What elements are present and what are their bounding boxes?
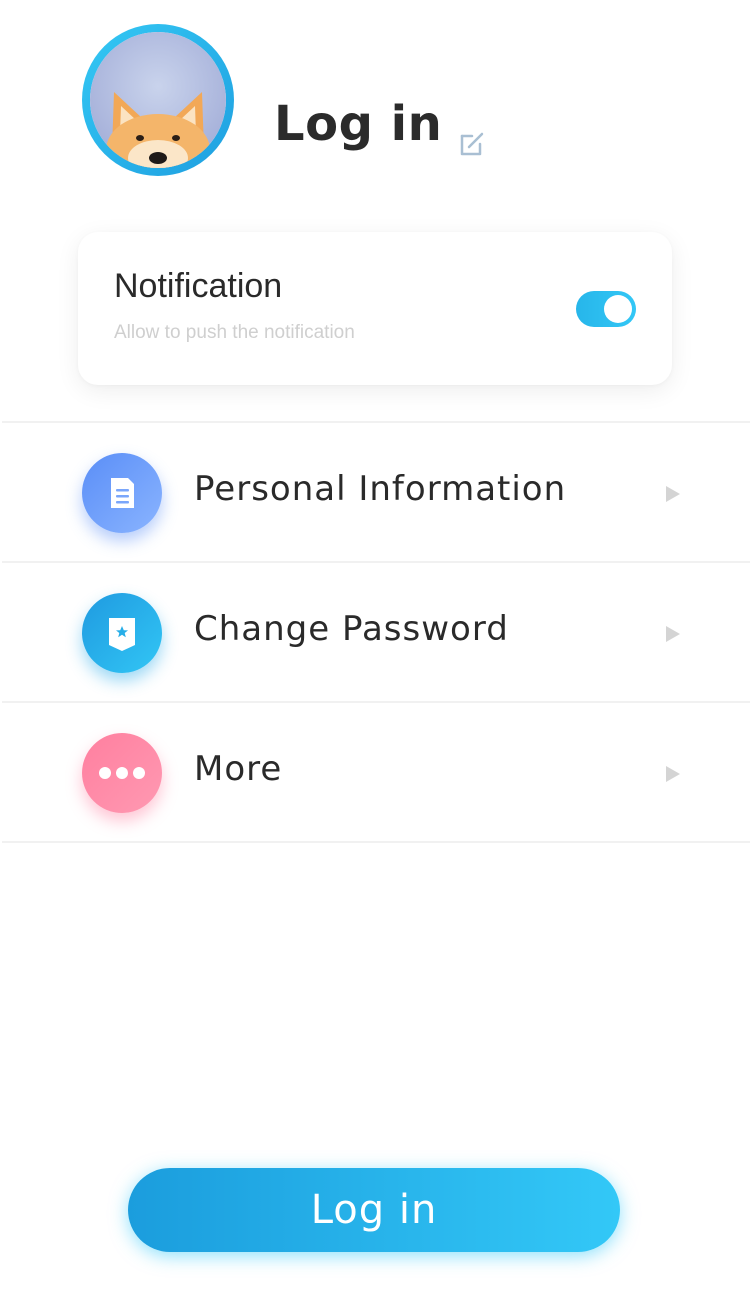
notification-toggle[interactable] xyxy=(576,291,636,327)
menu-item-label: Change Password xyxy=(194,609,509,649)
shield-icon xyxy=(82,593,162,673)
notification-card: Notification Allow to push the notificat… xyxy=(78,232,672,385)
settings-menu: Personal Information Change Password Mor… xyxy=(2,421,750,843)
edit-icon[interactable] xyxy=(458,130,486,158)
chevron-right-icon xyxy=(664,765,682,783)
chevron-right-icon xyxy=(664,485,682,503)
divider xyxy=(2,841,750,843)
menu-item-more[interactable]: More xyxy=(2,703,750,841)
menu-item-label: More xyxy=(194,749,283,789)
menu-item-personal-information[interactable]: Personal Information xyxy=(2,423,750,561)
toggle-knob xyxy=(604,295,632,323)
menu-item-label: Personal Information xyxy=(194,469,567,509)
notification-subtitle: Allow to push the notification xyxy=(114,322,355,343)
profile-page: Log in Notification Allow to push the no… xyxy=(0,0,750,1297)
document-icon xyxy=(82,453,162,533)
more-dots-icon xyxy=(82,733,162,813)
menu-item-change-password[interactable]: Change Password xyxy=(2,563,750,701)
login-button[interactable]: Log in xyxy=(128,1168,620,1252)
login-button-label: Log in xyxy=(310,1187,438,1233)
notification-title: Notification xyxy=(114,267,283,305)
page-title: Log in xyxy=(274,96,443,152)
fox-avatar-image xyxy=(90,32,226,168)
avatar[interactable] xyxy=(82,24,234,176)
chevron-right-icon xyxy=(664,625,682,643)
